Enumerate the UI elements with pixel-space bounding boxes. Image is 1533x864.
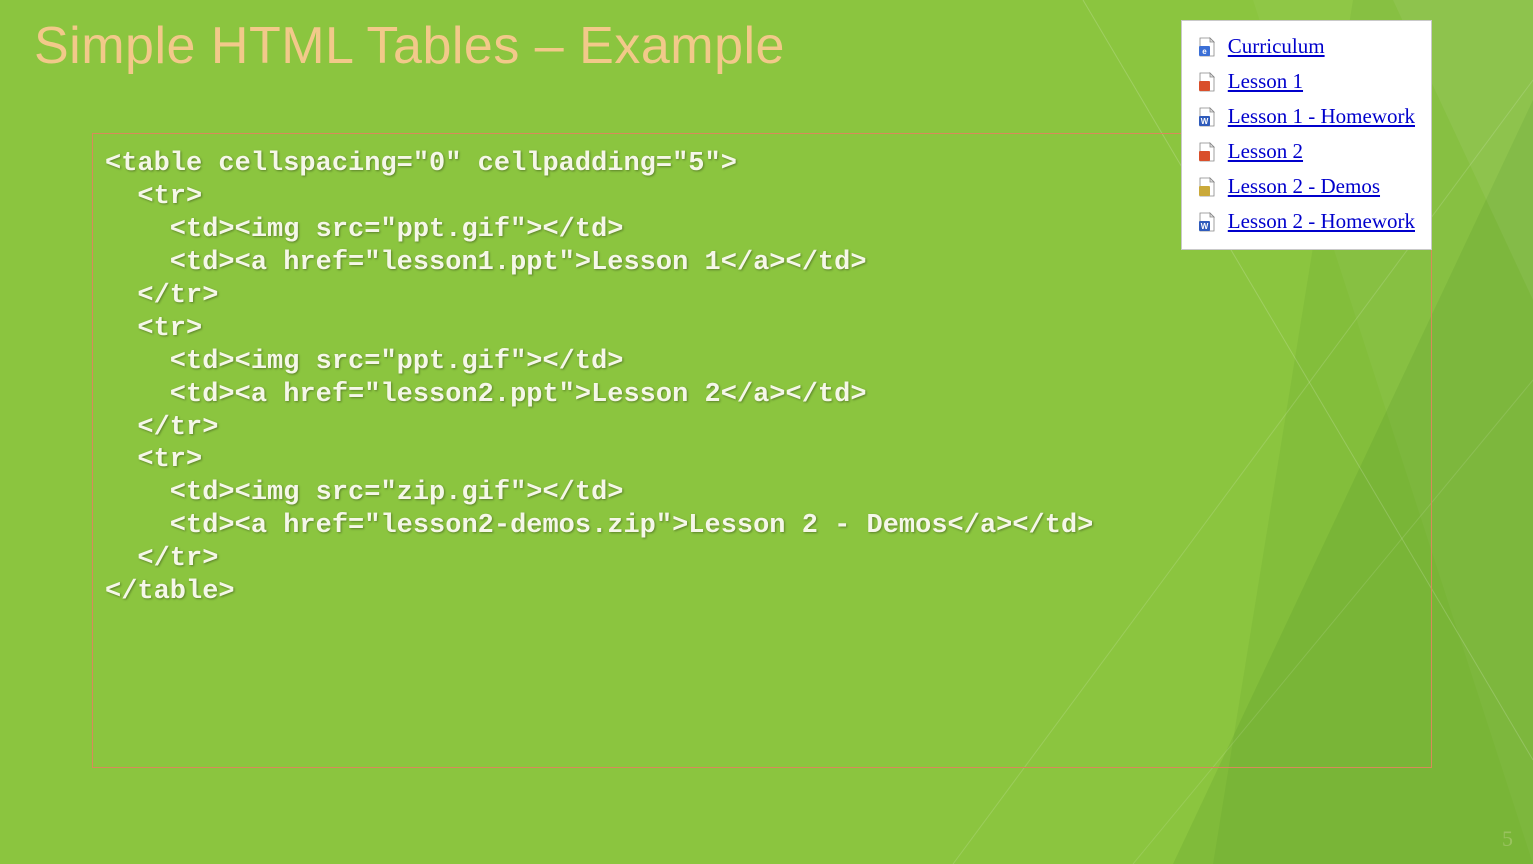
svg-text:W: W — [1201, 117, 1209, 126]
svg-text:W: W — [1201, 222, 1209, 231]
ie-icon: e — [1192, 29, 1222, 64]
file-link-cell: Lesson 1 - Homework — [1222, 99, 1421, 134]
zip-icon — [1192, 169, 1222, 204]
slide-title: Simple HTML Tables – Example — [34, 16, 785, 76]
file-link[interactable]: Lesson 1 - Homework — [1228, 104, 1415, 128]
table-row: W Lesson 1 - Homework — [1192, 99, 1421, 134]
rendered-output-box: e Curriculum Lesson 1 W Lesson 1 - Homew… — [1181, 20, 1432, 250]
ppt-icon — [1192, 64, 1222, 99]
rendered-table: e Curriculum Lesson 1 W Lesson 1 - Homew… — [1192, 29, 1421, 239]
table-row: Lesson 2 — [1192, 134, 1421, 169]
file-link-cell: Lesson 2 - Homework — [1222, 204, 1421, 239]
file-link[interactable]: Curriculum — [1228, 34, 1325, 58]
table-row: Lesson 2 - Demos — [1192, 169, 1421, 204]
ppt-icon — [1192, 134, 1222, 169]
file-link[interactable]: Lesson 2 - Homework — [1228, 209, 1415, 233]
file-link-cell: Lesson 2 — [1222, 134, 1421, 169]
file-link-cell: Lesson 1 — [1222, 64, 1421, 99]
table-row: e Curriculum — [1192, 29, 1421, 64]
page-number: 5 — [1502, 826, 1513, 852]
file-link[interactable]: Lesson 1 — [1228, 69, 1303, 93]
file-link[interactable]: Lesson 2 - Demos — [1228, 174, 1380, 198]
file-link[interactable]: Lesson 2 — [1228, 139, 1303, 163]
svg-text:e: e — [1202, 47, 1207, 56]
file-link-cell: Lesson 2 - Demos — [1222, 169, 1421, 204]
word-icon: W — [1192, 99, 1222, 134]
file-link-cell: Curriculum — [1222, 29, 1421, 64]
table-row: W Lesson 2 - Homework — [1192, 204, 1421, 239]
table-row: Lesson 1 — [1192, 64, 1421, 99]
word-icon: W — [1192, 204, 1222, 239]
